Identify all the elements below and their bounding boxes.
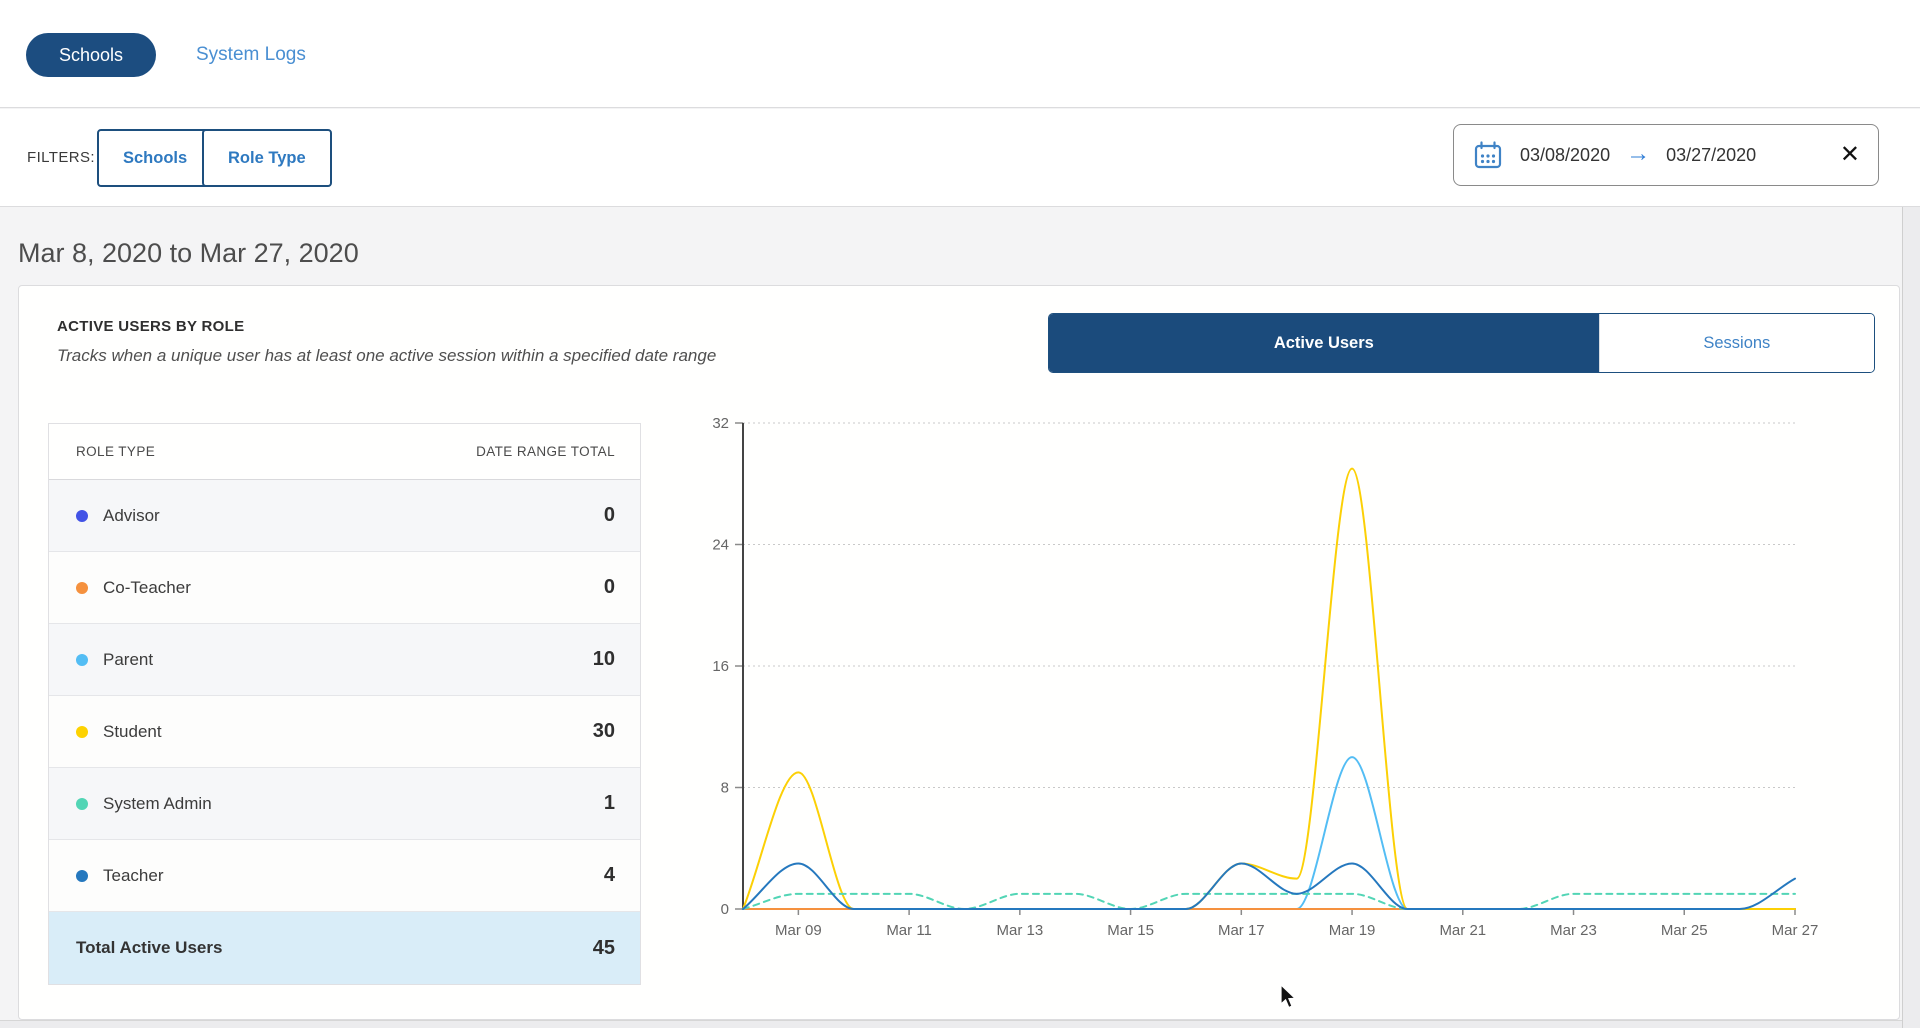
role-color-dot: [76, 798, 88, 810]
role-value: 0: [604, 576, 615, 599]
role-value: 4: [604, 864, 615, 887]
role-color-dot: [76, 582, 88, 594]
filter-role-type-button[interactable]: Role Type: [202, 129, 332, 187]
x-tick-label: Mar 25: [1661, 922, 1708, 939]
role-table: ROLE TYPE DATE RANGE TOTAL Advisor0Co-Te…: [48, 423, 641, 985]
table-row: Student30: [49, 696, 640, 768]
total-label: Total Active Users: [76, 938, 593, 958]
card-title: ACTIVE USERS BY ROLE: [57, 318, 244, 335]
y-tick-label: 24: [712, 537, 729, 554]
filters-label: FILTERS:: [27, 149, 95, 166]
table-header-row: ROLE TYPE DATE RANGE TOTAL: [49, 424, 640, 480]
x-tick-label: Mar 09: [775, 922, 822, 939]
active-users-chart: 0 8 16 24 32 Mar 09 Mar 11 Mar 13 Mar 15 Mar 17 Ma…: [660, 410, 1860, 955]
x-tick-label: Mar 15: [1107, 922, 1154, 939]
role-label: Teacher: [103, 866, 604, 886]
series-line-student: [743, 469, 1795, 909]
role-color-dot: [76, 870, 88, 882]
table-row: System Admin1: [49, 768, 640, 840]
calendar-icon: [1472, 139, 1504, 171]
date-start-value[interactable]: 03/08/2020: [1520, 145, 1610, 166]
filters-bar: FILTERS: Schools Role Type 03/08/2020 → …: [0, 109, 1920, 207]
role-label: System Admin: [103, 794, 604, 814]
tab-schools[interactable]: Schools: [26, 33, 156, 77]
role-color-dot: [76, 510, 88, 522]
x-tick-label: Mar 13: [996, 922, 1043, 939]
role-value: 0: [604, 504, 615, 527]
x-tick-label: Mar 17: [1218, 922, 1265, 939]
table-row: Teacher4: [49, 840, 640, 912]
series-line-parent: [743, 757, 1795, 909]
role-color-dot: [76, 654, 88, 666]
horizontal-scrollbar[interactable]: [0, 1020, 1902, 1028]
app-root: Schools System Logs FILTERS: Schools Rol…: [0, 0, 1920, 1028]
top-nav: Schools System Logs: [0, 0, 1920, 108]
table-row: Parent10: [49, 624, 640, 696]
x-tick-label: Mar 23: [1550, 922, 1597, 939]
x-tick-label: Mar 21: [1439, 922, 1486, 939]
date-range-picker[interactable]: 03/08/2020 → 03/27/2020 ✕: [1453, 124, 1879, 186]
table-body: Advisor0Co-Teacher0Parent10Student30Syst…: [49, 480, 640, 912]
table-total-row: Total Active Users 45: [49, 912, 640, 984]
role-label: Co-Teacher: [103, 578, 604, 598]
table-row: Advisor0: [49, 480, 640, 552]
series-line-system-admin: [743, 894, 1795, 909]
filter-schools-button[interactable]: Schools: [97, 129, 213, 187]
x-tick-label: Mar 27: [1772, 922, 1819, 939]
role-label: Student: [103, 722, 593, 742]
y-tick-label: 8: [721, 780, 729, 797]
column-header-date-range-total: DATE RANGE TOTAL: [476, 444, 640, 459]
role-value: 1: [604, 792, 615, 815]
card-subtitle: Tracks when a unique user has at least o…: [57, 346, 716, 366]
x-tick-label: Mar 19: [1329, 922, 1376, 939]
x-tick-label: Mar 11: [886, 922, 932, 939]
vertical-scrollbar[interactable]: [1902, 207, 1920, 1028]
toggle-sessions[interactable]: Sessions: [1599, 314, 1874, 372]
page-title: Mar 8, 2020 to Mar 27, 2020: [18, 238, 359, 269]
role-label: Advisor: [103, 506, 604, 526]
tab-system-logs[interactable]: System Logs: [196, 44, 306, 66]
y-tick-label: 0: [721, 901, 729, 918]
role-value: 30: [593, 720, 615, 743]
y-tick-label: 32: [712, 415, 729, 432]
column-header-role-type: ROLE TYPE: [49, 444, 476, 459]
arrow-right-icon: →: [1626, 142, 1650, 166]
clear-date-icon[interactable]: ✕: [1840, 143, 1860, 167]
role-label: Parent: [103, 650, 593, 670]
role-color-dot: [76, 726, 88, 738]
role-value: 10: [593, 648, 615, 671]
table-row: Co-Teacher0: [49, 552, 640, 624]
toggle-active-users[interactable]: Active Users: [1049, 314, 1599, 372]
view-toggle: Active Users Sessions: [1048, 313, 1875, 373]
total-value: 45: [593, 937, 615, 960]
date-end-value[interactable]: 03/27/2020: [1666, 145, 1756, 166]
y-tick-label: 16: [712, 658, 729, 675]
